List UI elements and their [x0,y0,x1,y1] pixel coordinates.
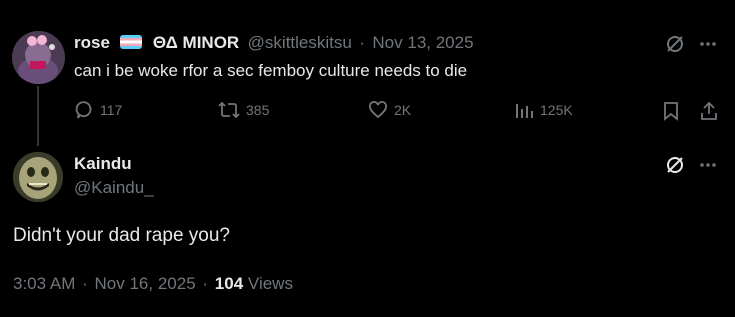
more-icon [700,163,716,167]
retweet-count: 385 [246,102,270,118]
views-icon [516,104,533,118]
parent-name-badge: ΘΔ MINOR [152,33,240,52]
views-count: 125K [540,102,573,118]
parent-tweet-text: can i be woke rfor a sec femboy culture … [74,61,468,80]
share-icon [701,101,717,120]
reply-meta-separator-2: · [202,274,209,293]
reply-meta: 3:03 AM · Nov 16, 2025 · 104 Views [13,274,293,294]
reply-tweet-text: Didn't your dad rape you? [13,225,230,246]
thread-line [37,86,39,146]
bookmark-icon [664,102,678,121]
parent-avatar[interactable] [12,31,65,84]
parent-handle[interactable]: @skittleskitsu [248,33,352,52]
reply-time[interactable]: 3:03 AM [13,274,75,293]
reply-grok-button[interactable] [664,154,686,176]
reply-display-name[interactable]: Kaindu [74,154,132,174]
retweet-icon [218,101,240,119]
grok-icon [667,36,683,52]
reply-views-count: 104 [214,274,244,293]
bookmark-button[interactable] [660,100,682,122]
parent-separator: · [359,33,365,52]
reply-action[interactable]: 117 [74,100,122,120]
reply-count: 117 [100,102,123,118]
reply-date[interactable]: Nov 16, 2025 [95,274,196,293]
retweet-action[interactable]: 385 [218,100,269,120]
trans-flag-icon [120,35,143,49]
reply-icon [75,101,92,119]
like-count: 2K [394,102,412,118]
grok-icon [667,157,683,173]
more-icon [700,42,716,46]
parent-grok-button[interactable] [664,33,686,55]
parent-more-button[interactable] [697,33,719,55]
parent-display-name[interactable]: rose [74,33,110,52]
reply-meta-separator: · [82,274,88,293]
share-button[interactable] [698,100,720,122]
parent-header: rose ΘΔ MINOR @skittleskitsu · Nov 13, 2… [74,33,474,53]
like-icon [369,101,387,119]
like-action[interactable]: 2K [368,100,411,120]
reply-handle[interactable]: @Kaindu_ [74,178,154,198]
parent-date[interactable]: Nov 13, 2025 [372,33,473,52]
reply-avatar[interactable] [13,152,63,202]
reply-more-button[interactable] [697,154,719,176]
reply-views-label: Views [247,274,293,293]
views-action[interactable]: 125K [514,100,573,120]
